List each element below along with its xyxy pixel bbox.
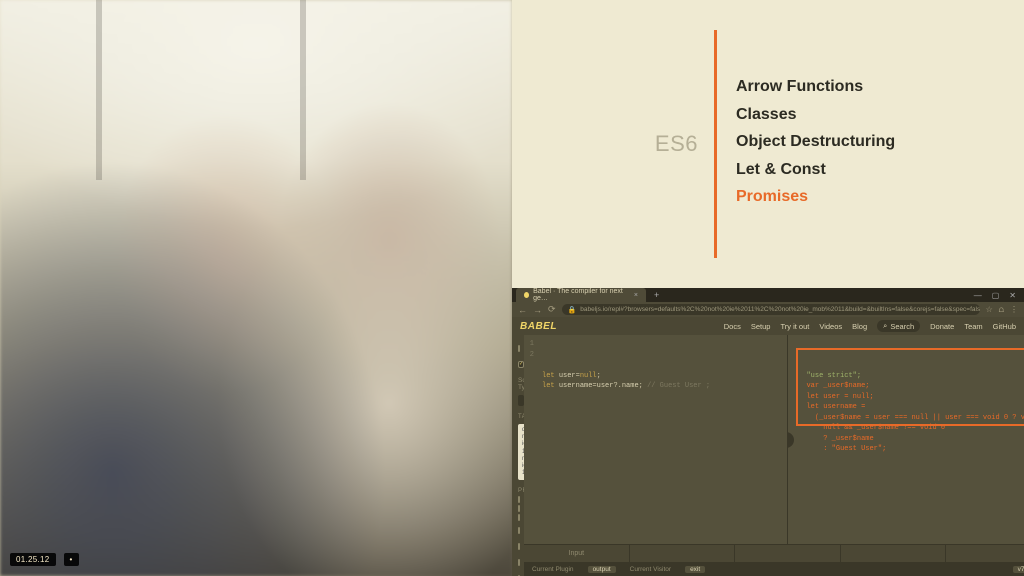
status-visitor-value: exit	[685, 566, 705, 573]
nav-blog[interactable]: Blog	[852, 322, 867, 331]
url-path: /repl#?browsers=defaults%2C%20not%20ie%2…	[608, 306, 980, 313]
nav-tryitout[interactable]: Try it out	[780, 322, 809, 331]
slide-item-classes: Classes	[736, 102, 895, 128]
lock-icon: 🔒	[568, 306, 577, 314]
input-editor[interactable]: 1 2 let user=null; let username=user?.na…	[524, 335, 788, 544]
hud-timecode: 01.25.12	[10, 553, 56, 566]
slide-item-object-destructuring: Object Destructuring	[736, 129, 895, 155]
window-close-icon[interactable]: ✕	[1009, 291, 1016, 300]
console-tab-4[interactable]	[841, 545, 947, 562]
tab-close-icon[interactable]: ×	[634, 292, 638, 299]
nav-donate[interactable]: Donate	[930, 322, 954, 331]
nav-videos[interactable]: Videos	[819, 322, 842, 331]
repl-sidebar: File Size Time Travel Source Type Module…	[512, 335, 524, 576]
site-search[interactable]: ⌕ Search	[877, 320, 920, 332]
slide-topic-list: Arrow Functions Classes Object Destructu…	[736, 74, 895, 212]
run-arrow-icon[interactable]: ›	[788, 432, 794, 448]
browser-menu-icon[interactable]: ⋮	[1010, 305, 1018, 315]
nav-forward-icon[interactable]: →	[533, 305, 542, 315]
preset-react-checkbox[interactable]	[518, 496, 520, 503]
nav-team[interactable]: Team	[964, 322, 982, 331]
video-still: 01.25.12 •	[0, 0, 512, 576]
new-tab-button[interactable]: +	[654, 290, 659, 300]
repl-panes: 1 2 let user=null; let username=user?.na…	[524, 335, 1024, 576]
status-bar: Current Plugin output Current Visitor ex…	[524, 562, 1024, 576]
preset-typescript-checkbox[interactable]	[518, 514, 520, 521]
nav-docs[interactable]: Docs	[724, 322, 741, 331]
search-icon: ⌕	[883, 321, 887, 331]
url-input[interactable]: 🔒 babeljs.io /repl#?browsers=defaults%2C…	[562, 304, 980, 315]
nav-setup[interactable]: Setup	[751, 322, 771, 331]
preset-stage2-checkbox[interactable]	[518, 543, 520, 550]
photo-placeholder	[0, 0, 512, 576]
url-host: babeljs.io	[580, 306, 607, 313]
console-tab-3[interactable]	[735, 545, 841, 562]
browser-tabbar: Babel · The compiler for next ge… × + — …	[512, 288, 1024, 302]
status-version: v7.21.1	[1013, 566, 1024, 573]
extensions-icon[interactable]: ⩍	[999, 305, 1004, 315]
filesize-checkbox[interactable]	[518, 345, 520, 352]
status-visitor-label: Current Visitor	[630, 566, 671, 573]
nav-back-icon[interactable]: ←	[518, 305, 527, 315]
slide-item-let-const: Let & Const	[736, 157, 895, 183]
search-label: Search	[890, 322, 914, 331]
output-editor[interactable]: › "use strict"; var _user$name; let user…	[788, 335, 1024, 544]
slide-divider	[714, 30, 717, 258]
console-tab-5[interactable]	[946, 545, 1024, 562]
slide-item-arrow-functions: Arrow Functions	[736, 74, 895, 100]
bookmark-icon[interactable]: ☆	[986, 305, 993, 315]
console-tab-input[interactable]: Input	[524, 545, 630, 562]
site-nav: Docs Setup Try it out Videos Blog ⌕ Sear…	[724, 320, 1016, 332]
right-pane: ES6 Arrow Functions Classes Object Destr…	[512, 0, 1024, 576]
nav-github[interactable]: GitHub	[993, 322, 1016, 331]
browser-tab[interactable]: Babel · The compiler for next ge… ×	[516, 288, 646, 302]
browser-window: Babel · The compiler for next ge… × + — …	[512, 288, 1024, 576]
console-tab-2[interactable]	[630, 545, 736, 562]
es6-slide: ES6 Arrow Functions Classes Object Destr…	[512, 0, 1024, 288]
video-hud: 01.25.12 •	[10, 553, 79, 566]
preset-stage1-checkbox[interactable]	[518, 559, 520, 566]
preset-stage3-checkbox[interactable]	[518, 527, 520, 534]
tab-title: Babel · The compiler for next ge…	[533, 288, 624, 302]
repl-body: File Size Time Travel Source Type Module…	[512, 335, 1024, 576]
console-strip: Input	[524, 544, 1024, 562]
favicon-icon	[524, 292, 529, 298]
input-gutter: 1 2	[526, 339, 534, 360]
window-maximize-icon[interactable]: ▢	[992, 291, 1000, 300]
nav-reload-icon[interactable]: ⟳	[548, 304, 556, 315]
hud-marker: •	[64, 553, 79, 566]
slide-heading: ES6	[655, 131, 698, 157]
slide-item-promises: Promises	[736, 184, 895, 210]
status-plugin-value: output	[588, 566, 616, 573]
browser-address-bar: ← → ⟳ 🔒 babeljs.io /repl#?browsers=defau…	[512, 302, 1024, 317]
window-minimize-icon[interactable]: —	[974, 291, 982, 300]
preset-flow-checkbox[interactable]	[518, 505, 520, 512]
status-plugin-label: Current Plugin	[532, 566, 574, 573]
babel-logo[interactable]: BABEL	[520, 321, 557, 332]
site-header: BABEL Docs Setup Try it out Videos Blog …	[512, 317, 1024, 335]
